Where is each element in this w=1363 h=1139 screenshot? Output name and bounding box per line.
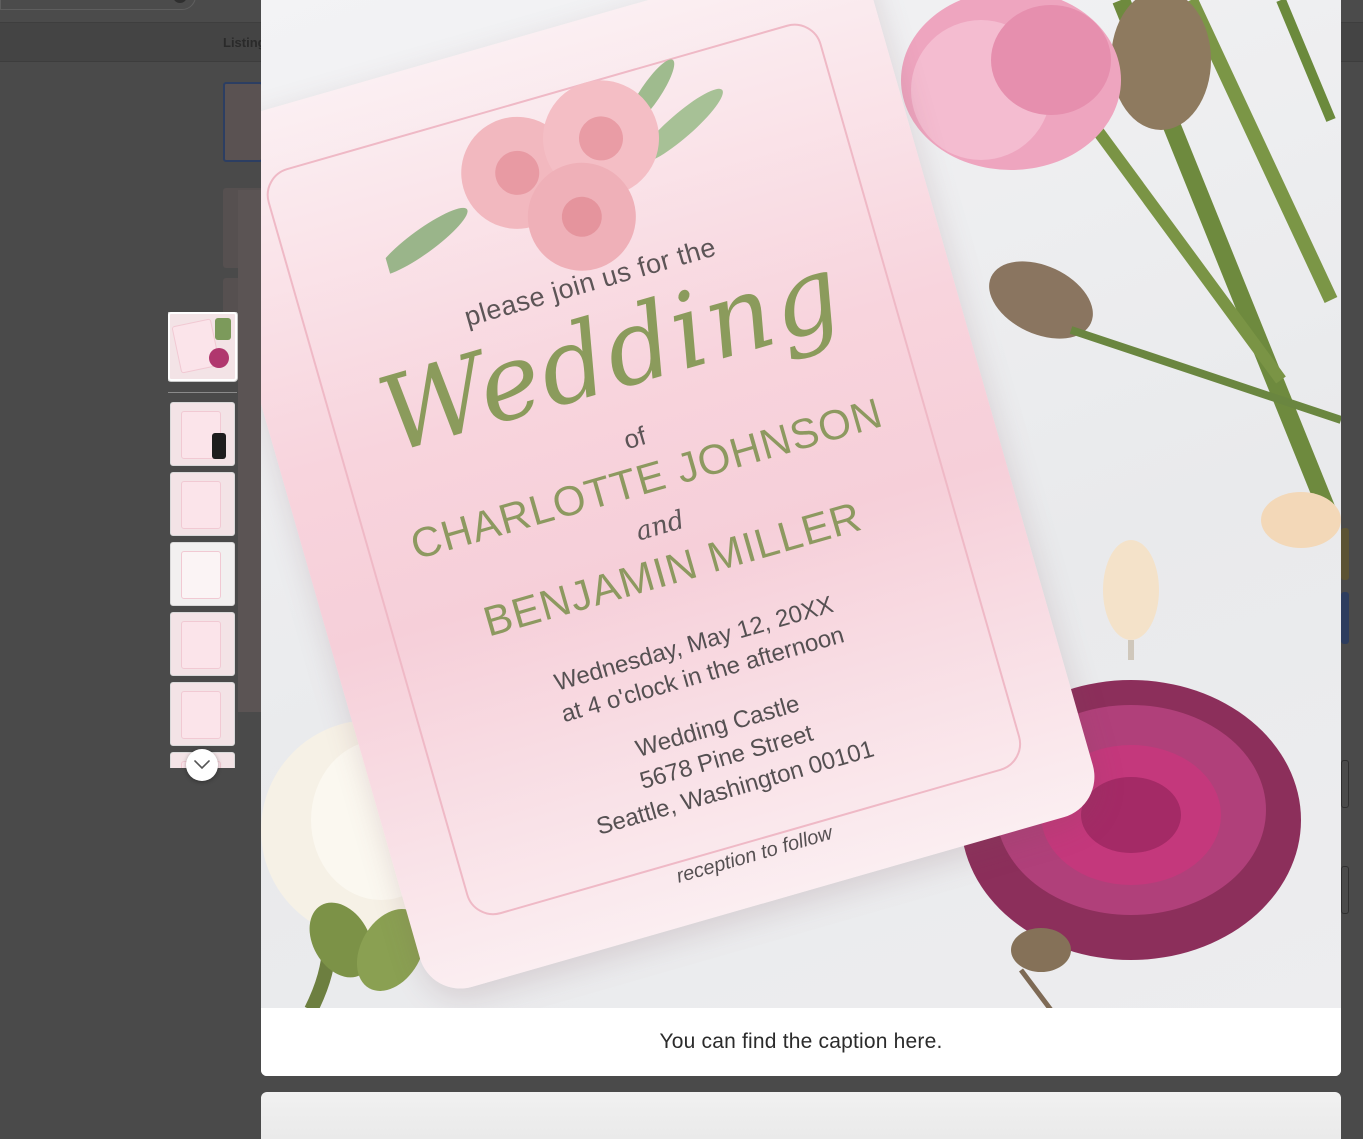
thumbnail-2[interactable] xyxy=(170,402,235,466)
background-field xyxy=(1341,760,1349,808)
thumbnail-5[interactable] xyxy=(170,612,235,676)
background-search-bar xyxy=(0,0,196,10)
background-field xyxy=(1341,866,1349,914)
cream-bud-decoration xyxy=(1103,492,1341,660)
image-caption-bar: You can find the caption here. xyxy=(261,1008,1341,1076)
thumbnail-strip xyxy=(168,312,238,768)
background-thumbnail xyxy=(223,82,263,162)
thumbnail-scroll-down-button[interactable] xyxy=(186,749,218,781)
background-subnav-label: Listing xyxy=(223,35,266,50)
image-caption: You can find the caption here. xyxy=(659,1030,943,1053)
background-accent-button xyxy=(1341,592,1349,644)
thumbnail-3[interactable] xyxy=(170,472,235,536)
background-accent-button xyxy=(1341,528,1349,580)
thumbnail-4[interactable] xyxy=(170,542,235,606)
next-image-panel xyxy=(261,1092,1341,1139)
pink-tulip-decoration xyxy=(901,0,1121,170)
thumbnail-1[interactable] xyxy=(168,312,237,381)
chevron-down-icon xyxy=(194,760,210,770)
thumbnail-6[interactable] xyxy=(170,682,235,746)
image-lightbox: please join us for the Wedding of CHARLO… xyxy=(261,0,1341,1076)
product-photo: please join us for the Wedding of CHARLO… xyxy=(261,0,1341,1008)
